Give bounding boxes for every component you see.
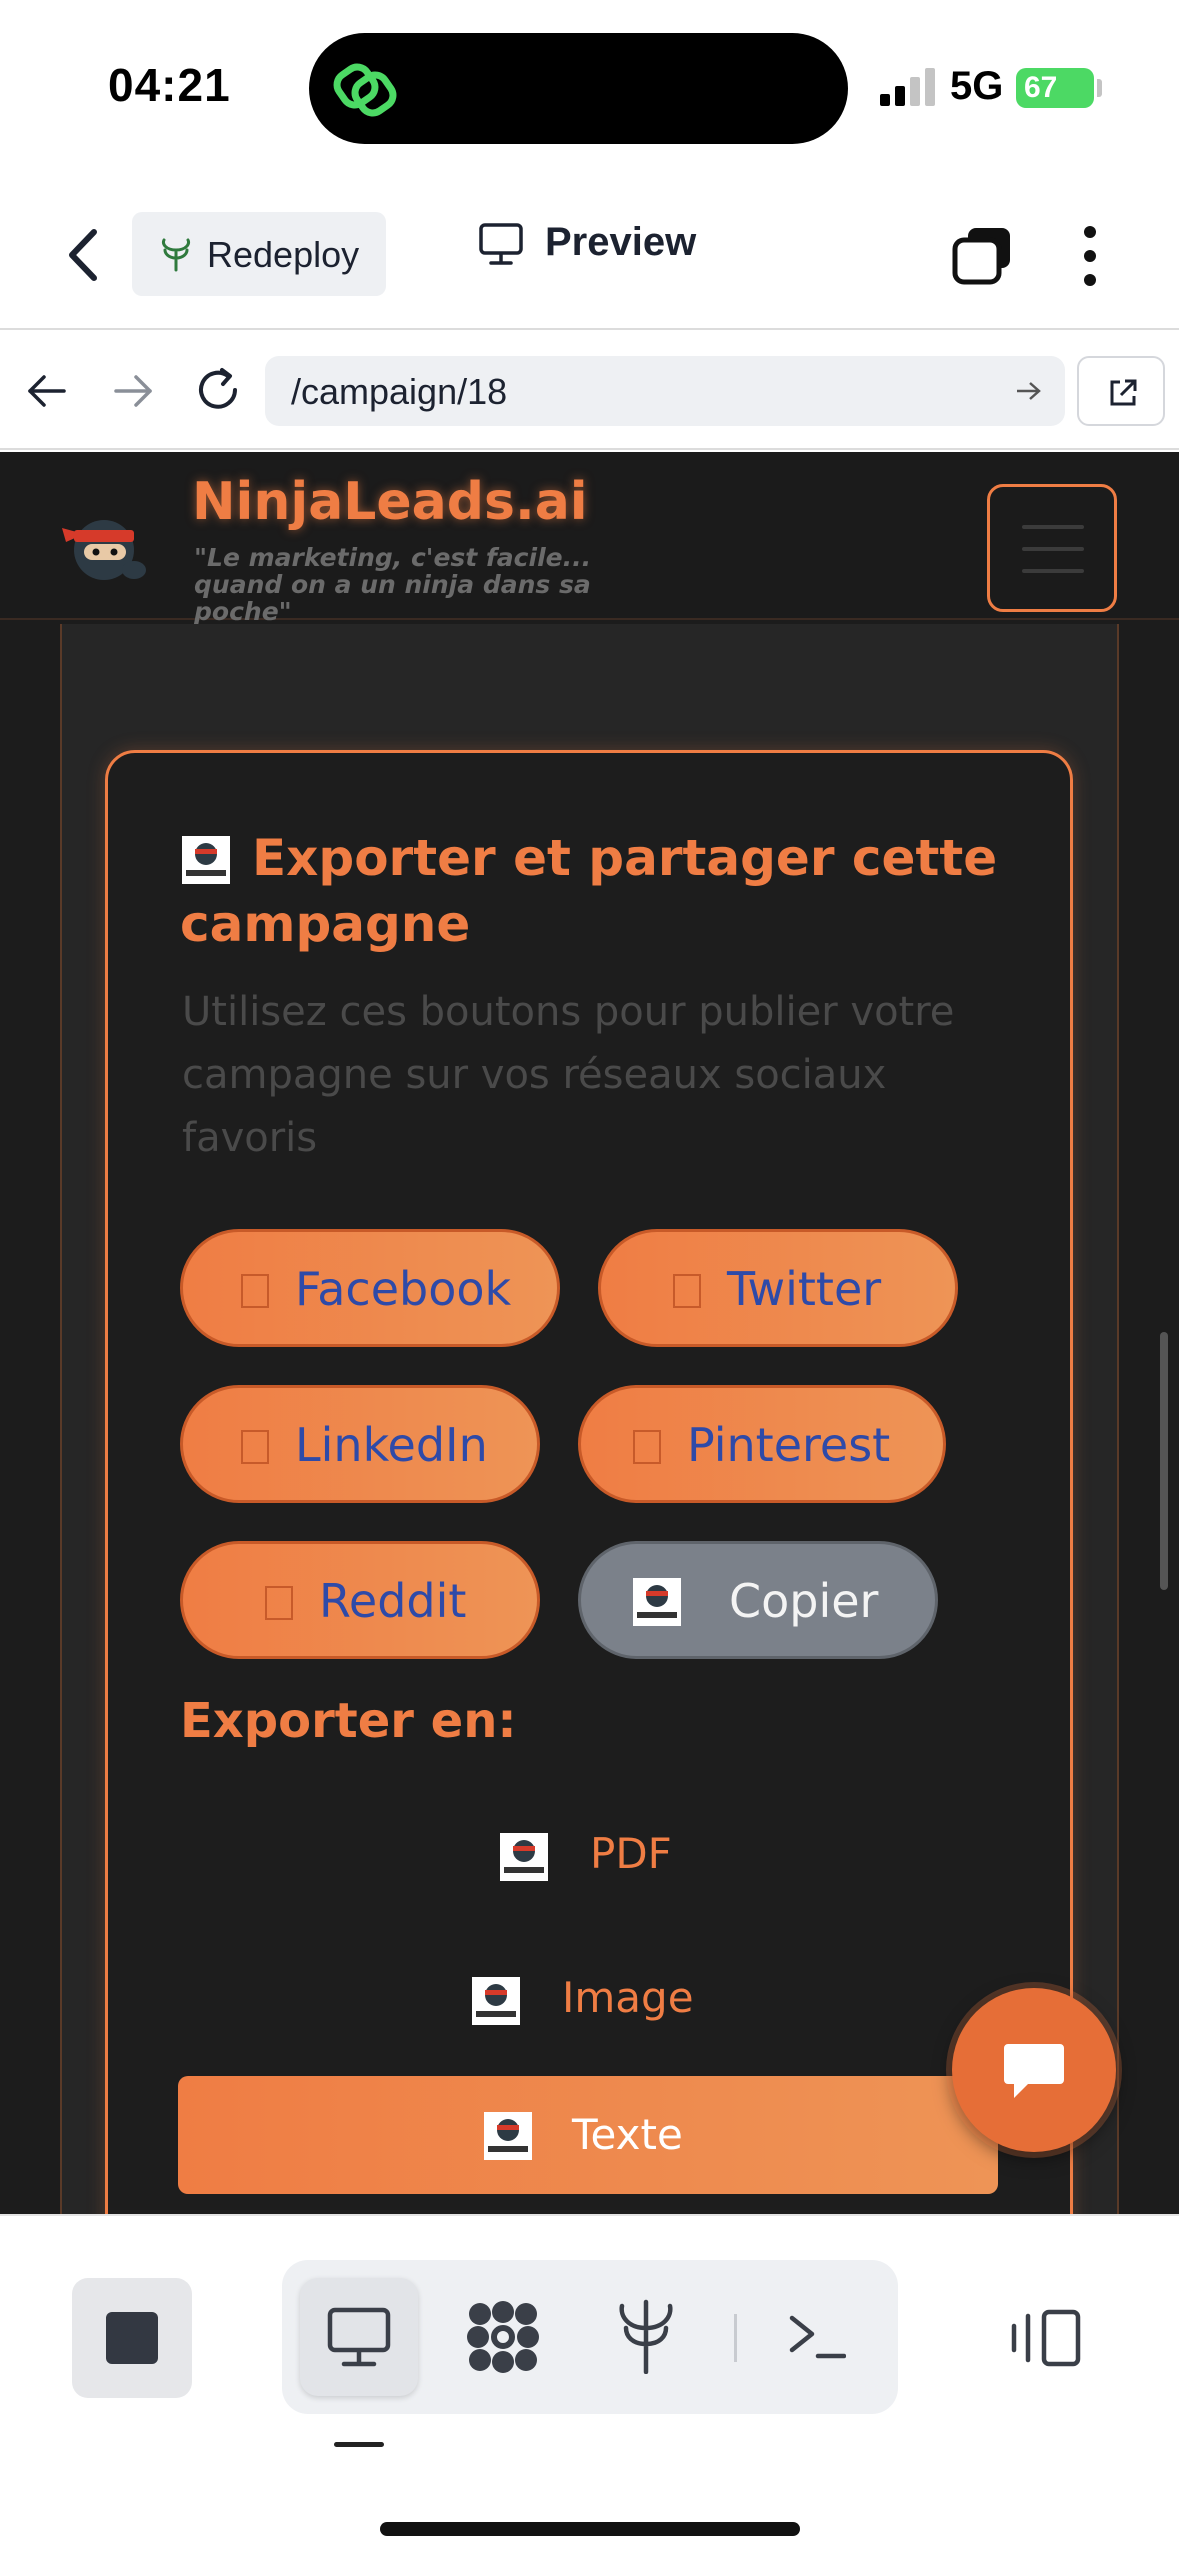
ninja-image-icon — [472, 1977, 520, 2025]
scrollbar[interactable] — [1160, 1332, 1168, 1590]
ninja-image-icon — [633, 1578, 681, 1626]
monitor-icon — [479, 223, 523, 265]
twitter-label: Twitter — [727, 1262, 882, 1316]
export-image-label: Image — [562, 1973, 694, 2022]
dynamic-island — [309, 33, 848, 144]
ninja-logo-icon[interactable] — [58, 508, 158, 588]
monitor-icon — [327, 2307, 391, 2367]
status-time: 04:21 — [108, 59, 231, 111]
reddit-label: Reddit — [319, 1574, 467, 1628]
agent-icon[interactable] — [466, 2300, 540, 2374]
card-subtitle: Utilisez ces boutons pour publier votre … — [182, 989, 955, 1161]
stop-icon — [106, 2312, 158, 2364]
reload-icon[interactable] — [192, 364, 244, 416]
deploy-tree-icon[interactable] — [616, 2298, 676, 2374]
replit-toolbar: Redeploy Preview — [0, 180, 1179, 330]
menu-line — [1022, 569, 1084, 573]
ninja-image-icon — [484, 2112, 532, 2160]
split-view-icon[interactable] — [1010, 2308, 1082, 2368]
chevron-left-icon[interactable] — [60, 220, 110, 290]
battery-indicator: 67 — [1016, 68, 1094, 108]
linkedin-icon — [241, 1430, 269, 1464]
tool-switcher — [282, 2260, 898, 2414]
brand-name[interactable]: NinjaLeads.ai — [192, 472, 588, 532]
arrow-right-icon[interactable] — [110, 368, 156, 414]
twitter-icon — [673, 1274, 701, 1308]
pinterest-icon — [633, 1430, 661, 1464]
facebook-label: Facebook — [295, 1262, 512, 1316]
preview-tab[interactable]: Preview — [478, 220, 696, 271]
url-text: /campaign/18 — [291, 371, 508, 412]
hamburger-menu-button[interactable] — [987, 484, 1117, 612]
link-app-icon — [333, 63, 397, 117]
redeploy-button[interactable]: Redeploy — [132, 212, 386, 296]
chat-button[interactable] — [952, 1988, 1116, 2152]
ninja-image-icon — [500, 1833, 548, 1881]
pinterest-label: Pinterest — [687, 1418, 891, 1472]
copy-button[interactable]: Copier — [578, 1541, 938, 1659]
signal-icon — [880, 68, 935, 106]
facebook-share-button[interactable]: Facebook — [180, 1229, 560, 1347]
battery-tip — [1097, 79, 1102, 97]
home-indicator[interactable] — [380, 2522, 800, 2536]
vertical-dots-icon[interactable] — [1080, 224, 1100, 288]
site-header: NinjaLeads.ai "Le marketing, c'est facil… — [0, 452, 1179, 625]
card-title: Exporter et partager cette campagne — [180, 829, 998, 953]
replit-bottom-toolbar — [0, 2214, 1179, 2556]
deploy-tree-icon — [162, 238, 190, 272]
export-pdf-label: PDF — [590, 1829, 672, 1878]
url-bar: /campaign/18 — [0, 332, 1179, 450]
twitter-share-button[interactable]: Twitter — [598, 1229, 958, 1347]
menu-line — [1022, 547, 1084, 551]
url-input[interactable]: /campaign/18 — [265, 356, 1065, 426]
facebook-icon — [241, 1274, 269, 1308]
linkedin-label: LinkedIn — [295, 1418, 488, 1472]
preview-label: Preview — [545, 220, 697, 264]
redeploy-label: Redeploy — [207, 234, 360, 275]
arrow-left-icon[interactable] — [24, 368, 70, 414]
reddit-icon — [265, 1586, 293, 1620]
active-tab-indicator — [334, 2442, 384, 2447]
brand-tagline: "Le marketing, c'est facile... quand on … — [194, 543, 592, 626]
network-type: 5G — [950, 64, 1004, 108]
export-text-button[interactable]: Texte — [178, 2076, 998, 2194]
share-export-card: Exporter et partager cette campagne Util… — [105, 750, 1073, 2214]
terminal-icon[interactable] — [788, 2310, 846, 2362]
status-bar: 04:21 5G 67 — [0, 0, 1179, 180]
tabs-icon[interactable] — [952, 226, 1014, 286]
export-text-label: Texte — [572, 2110, 683, 2159]
stop-button[interactable] — [72, 2278, 192, 2398]
linkedin-share-button[interactable]: LinkedIn — [180, 1385, 540, 1503]
export-heading: Exporter en: — [180, 1693, 517, 1749]
go-arrow-icon[interactable] — [1015, 380, 1041, 402]
battery-level: 67 — [1024, 71, 1058, 104]
preview-tool-button[interactable] — [300, 2278, 418, 2396]
webview: NinjaLeads.ai "Le marketing, c'est facil… — [0, 452, 1179, 2214]
copy-label: Copier — [729, 1574, 879, 1628]
reddit-share-button[interactable]: Reddit — [180, 1541, 540, 1659]
chat-bubble-icon — [1004, 2044, 1064, 2098]
menu-line — [1022, 525, 1084, 529]
pinterest-share-button[interactable]: Pinterest — [578, 1385, 946, 1503]
external-link-icon — [1110, 379, 1137, 406]
open-external-button[interactable] — [1077, 356, 1165, 426]
divider — [734, 2314, 737, 2362]
